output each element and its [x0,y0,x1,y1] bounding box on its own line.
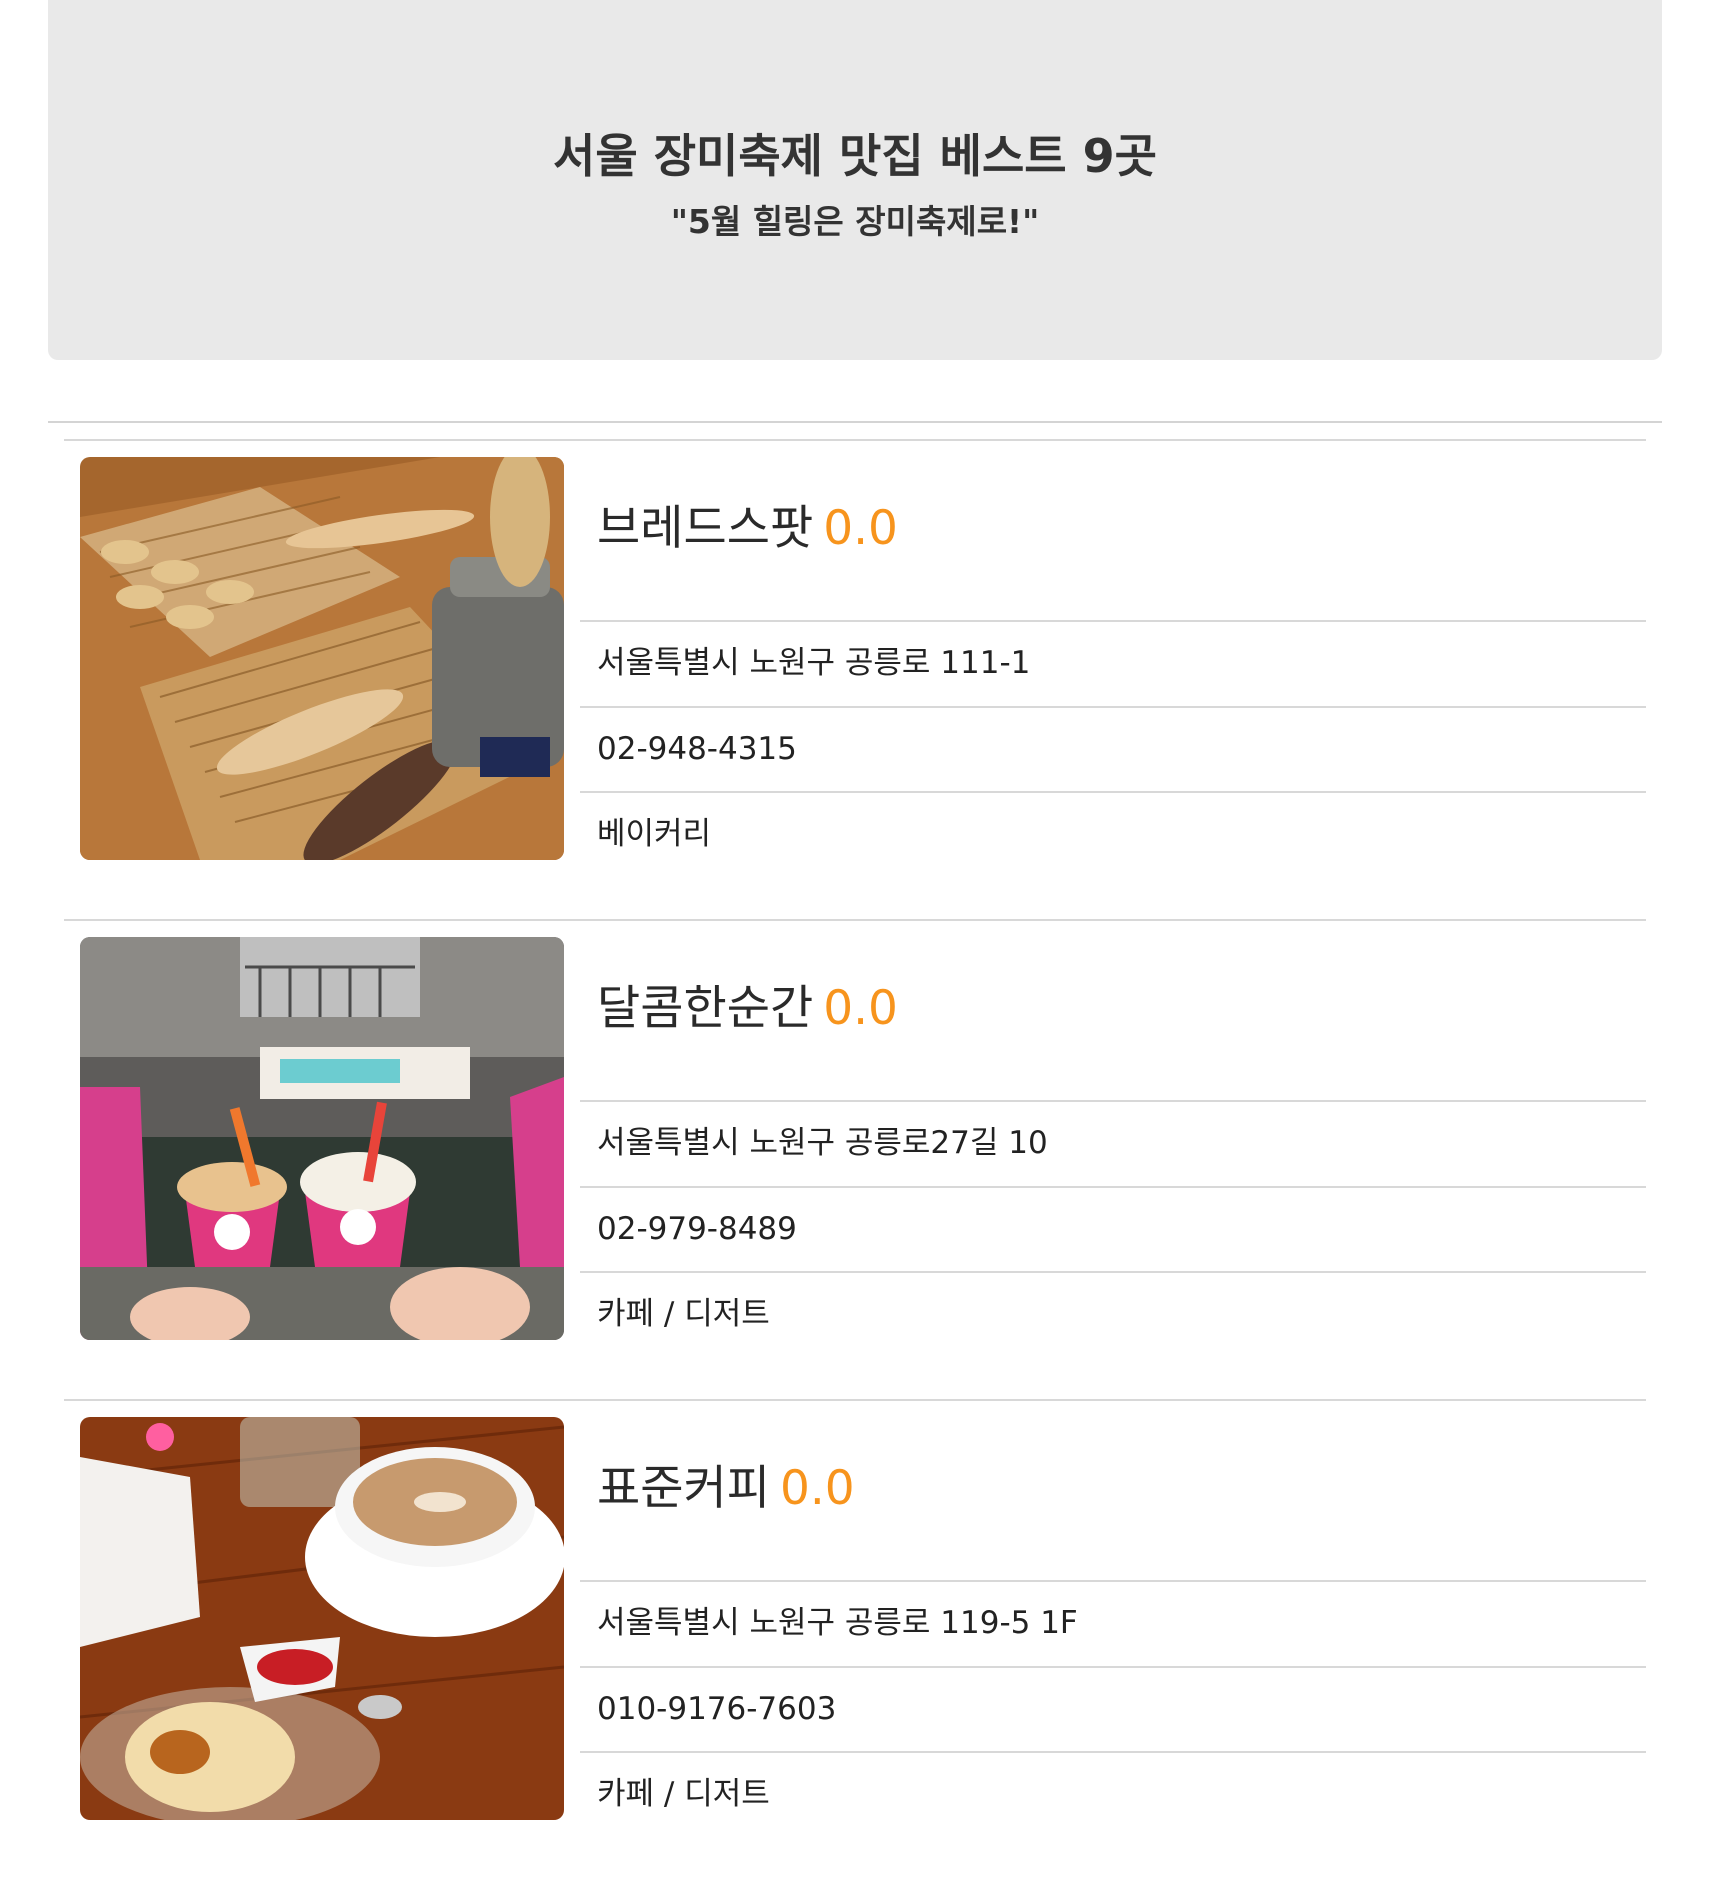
restaurant-info: 표준커피 0.0 서울특별시 노원구 공릉로 119-5 1F 010-9176-… [580,1401,1646,1879]
restaurant-category: 베이커리 [597,816,712,852]
restaurant-phone[interactable]: 02-948-4315 [597,729,797,769]
restaurant-card[interactable]: 표준커피 0.0 서울특별시 노원구 공릉로 119-5 1F 010-9176-… [64,1399,1646,1879]
restaurant-category: 카페 / 디저트 [597,1776,770,1812]
restaurant-address: 서울특별시 노원구 공릉로27길 10 [597,1125,1048,1161]
restaurant-phone[interactable]: 010-9176-7603 [597,1689,836,1729]
restaurant-rating: 0.0 [823,501,898,556]
divider [48,421,1662,423]
restaurant-list: 브레드스팟 0.0 서울특별시 노원구 공릉로 111-1 02-948-4315… [64,439,1646,1879]
hero-banner: 서울 장미축제 맛집 베스트 9곳 "5월 힐링은 장미축제로!" [48,0,1662,360]
restaurant-address: 서울특별시 노원구 공릉로 111-1 [597,645,1031,681]
restaurant-title[interactable]: 브레드스팟 0.0 [597,499,898,559]
restaurant-card[interactable]: 달콤한순간 0.0 서울특별시 노원구 공릉로27길 10 02-979-8489… [64,919,1646,1399]
restaurant-photo[interactable] [80,1417,564,1820]
restaurant-photo[interactable] [80,937,564,1340]
restaurant-title[interactable]: 표준커피 0.0 [597,1459,855,1519]
restaurant-title[interactable]: 달콤한순간 0.0 [597,979,898,1039]
restaurant-phone[interactable]: 02-979-8489 [597,1209,797,1249]
page-title: 서울 장미축제 맛집 베스트 9곳 [553,129,1157,183]
phone-row: 02-948-4315 [580,706,1646,792]
category-row: 카페 / 디저트 [580,1751,1646,1837]
restaurant-card[interactable]: 브레드스팟 0.0 서울특별시 노원구 공릉로 111-1 02-948-4315… [64,439,1646,919]
phone-row: 02-979-8489 [580,1186,1646,1272]
restaurant-name[interactable]: 달콤한순간 [597,981,813,1036]
restaurant-name[interactable]: 브레드스팟 [597,501,813,556]
restaurant-info: 달콤한순간 0.0 서울특별시 노원구 공릉로27길 10 02-979-8489… [580,921,1646,1399]
category-row: 카페 / 디저트 [580,1271,1646,1357]
phone-row: 010-9176-7603 [580,1666,1646,1752]
category-row: 베이커리 [580,791,1646,877]
page-subtitle: "5월 힐링은 장미축제로!" [670,202,1040,241]
address-row: 서울특별시 노원구 공릉로 111-1 [580,620,1646,706]
address-row: 서울특별시 노원구 공릉로 119-5 1F [580,1580,1646,1666]
restaurant-name[interactable]: 표준커피 [597,1461,770,1516]
address-row: 서울특별시 노원구 공릉로27길 10 [580,1100,1646,1186]
restaurant-rating: 0.0 [779,1461,855,1516]
restaurant-address: 서울특별시 노원구 공릉로 119-5 1F [597,1605,1078,1641]
restaurant-rating: 0.0 [823,981,898,1036]
restaurant-photo[interactable] [80,457,564,860]
restaurant-info: 브레드스팟 0.0 서울특별시 노원구 공릉로 111-1 02-948-4315… [580,441,1646,919]
restaurant-category: 카페 / 디저트 [597,1296,770,1332]
